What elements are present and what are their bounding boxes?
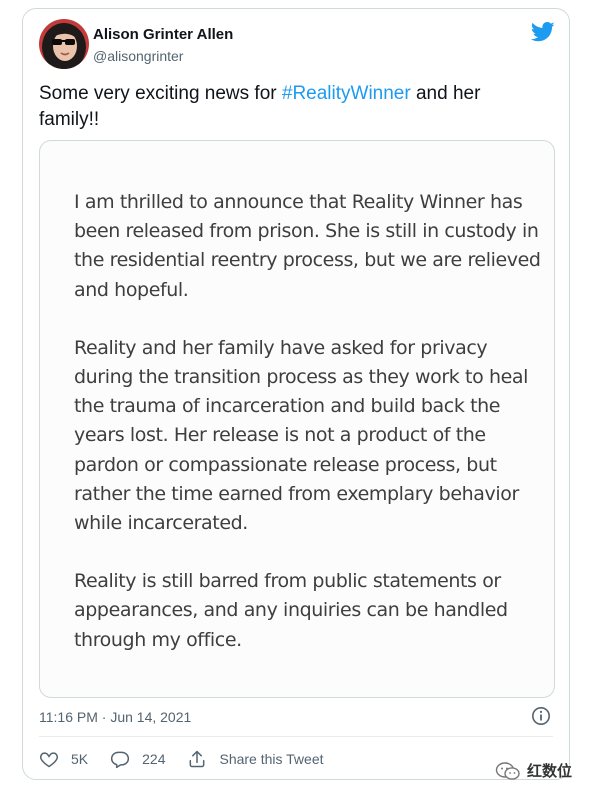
author-name[interactable]: Alison Grinter Allen [93, 26, 233, 43]
share-icon [190, 750, 205, 768]
reply-button[interactable]: 224 [110, 749, 165, 769]
avatar[interactable] [39, 19, 89, 69]
reply-icon [111, 751, 130, 769]
reply-count: 224 [142, 751, 166, 767]
media-paragraph-2: Reality and her family have asked for pr… [74, 336, 528, 535]
media-paragraph-3: Reality is still barred from public stat… [74, 570, 508, 651]
tweet-media-image[interactable]: I am thrilled to announce that Reality W… [39, 140, 555, 698]
watermark-text: 红数位 [526, 763, 572, 780]
heart-icon [40, 752, 58, 768]
watermark: 红数位 [495, 760, 572, 781]
like-button[interactable]: 5K [39, 749, 88, 769]
media-text-block: I am thrilled to announce that Reality W… [74, 188, 544, 684]
share-button[interactable]: Share this Tweet [187, 749, 324, 769]
like-count: 5K [71, 751, 89, 767]
wechat-icon [495, 761, 520, 780]
hashtag-link[interactable]: #RealityWinner [282, 83, 411, 104]
share-label: Share this Tweet [219, 751, 324, 767]
tweet-text: Some very exciting news for #RealityWinn… [39, 81, 539, 133]
avatar-image [39, 19, 89, 69]
author-handle[interactable]: @alisongrinter [93, 48, 183, 64]
divider [39, 736, 553, 737]
twitter-bird-icon[interactable] [530, 21, 555, 43]
tweet-text-before: Some very exciting news for [39, 83, 282, 104]
media-paragraph-1: I am thrilled to announce that Reality W… [74, 191, 541, 301]
action-bar: 5K 224 Share this Tweet [39, 747, 346, 771]
info-icon[interactable] [531, 706, 551, 726]
tweet-timestamp[interactable]: 11:16 PM · Jun 14, 2021 [39, 709, 191, 725]
tweet-card: Alison Grinter Allen @alisongrinter Some… [22, 8, 570, 780]
